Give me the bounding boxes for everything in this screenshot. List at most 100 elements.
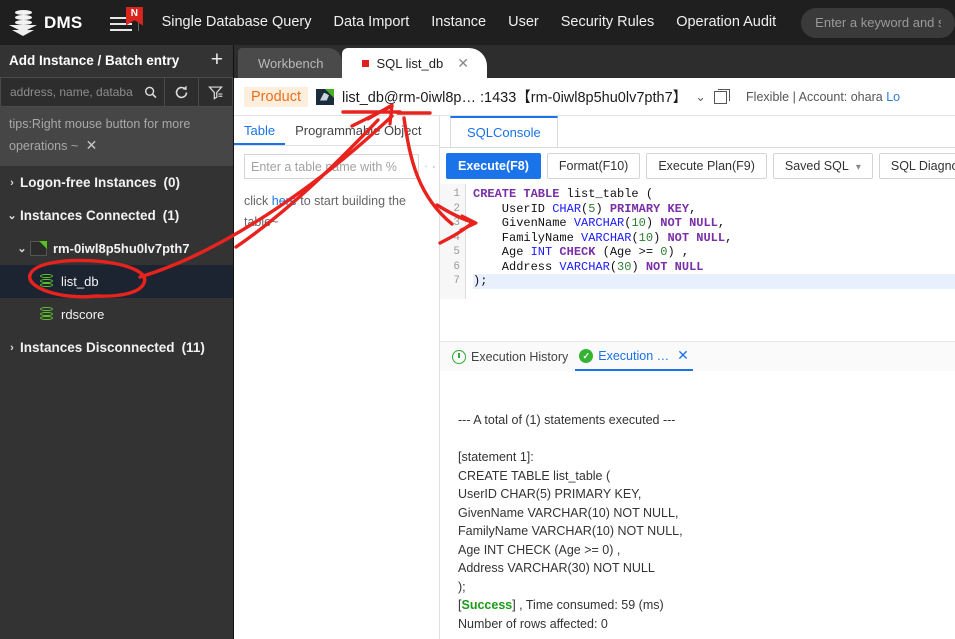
nav-data-import[interactable]: Data Import [323, 0, 421, 45]
code-token: NOT NULL [660, 216, 718, 230]
sidebar-item-database-list-db[interactable]: list_db [0, 265, 233, 298]
code-token: list_table [559, 187, 646, 201]
code-token: Address [473, 259, 560, 274]
code-token: INT [530, 245, 553, 259]
code-token: , [717, 216, 726, 230]
code-line[interactable]: ); [473, 274, 955, 289]
global-search-box[interactable] [801, 7, 955, 38]
copy-icon[interactable] [714, 89, 731, 104]
nav-operation-audit[interactable]: Operation Audit [665, 0, 787, 45]
logout-link[interactable]: Lo [886, 90, 900, 104]
editor-code[interactable]: CREATE TABLE list_table ( UserID CHAR(5)… [466, 184, 955, 299]
tab-close-icon[interactable]: ✕ [457, 55, 469, 72]
line-number: 2 [453, 202, 460, 215]
code-token: ); [473, 274, 488, 288]
empty-table-hint: click here to start building the table~ [234, 183, 439, 241]
log-line: [Success] , Time consumed: 59 (ms) [458, 598, 664, 612]
saved-sql-dropdown[interactable]: Saved SQL ▾ [772, 153, 873, 179]
result-tab-close-icon[interactable]: ✕ [677, 347, 689, 364]
execute-plan-button[interactable]: Execute Plan(F9) [646, 153, 767, 179]
close-icon[interactable]: ✕ [86, 137, 98, 153]
tab-workbench[interactable]: Workbench [238, 48, 342, 78]
tab-sql-list-db[interactable]: SQL list_db ✕ [341, 48, 487, 78]
brand-title: DMS [44, 12, 83, 32]
code-token: ) [645, 216, 661, 230]
code-token: 10 [631, 216, 646, 230]
tab-sqlconsole[interactable]: SQLConsole [450, 116, 558, 147]
code-line[interactable]: Address VARCHAR(30) NOT NULL [473, 260, 955, 275]
global-search-input[interactable] [815, 15, 941, 30]
format-button[interactable]: Format(F10) [546, 153, 641, 179]
log-line: Address VARCHAR(30) NOT NULL [458, 561, 655, 575]
sidebar-filter-button[interactable] [199, 77, 233, 107]
build-table-link[interactable]: here [272, 194, 297, 208]
sidebar-refresh-button[interactable] [165, 77, 199, 107]
list-filter-icon[interactable] [433, 160, 435, 174]
sidebar-item-database-rdscore[interactable]: rdscore [0, 298, 233, 331]
code-token: Age [473, 245, 531, 259]
dms-app-window: DMS N Single Database Query Data Import … [0, 0, 955, 639]
tree-node-label: rm-0iwl8p5hu0lv7pth7 [53, 241, 190, 256]
account-info: Flexible | Account: ohara Lo [746, 90, 900, 104]
nav-instance[interactable]: Instance [420, 0, 497, 45]
tab-programmable-object[interactable]: Programmable Object [285, 116, 431, 145]
instance-sidebar: Add Instance / Batch entry + address, na… [0, 45, 234, 639]
tree-node-label: rdscore [61, 307, 105, 322]
code-line[interactable]: GivenName VARCHAR(10) NOT NULL, [473, 216, 955, 231]
execute-button[interactable]: Execute(F8) [446, 153, 541, 179]
unsaved-indicator-icon [361, 59, 369, 67]
sidebar-tip-text: tips:Right mouse button for more operati… [9, 117, 191, 153]
sidebar-item-logon-free-instances[interactable]: › Logon-free Instances (0) [0, 166, 233, 199]
tree-node-label: Instances Disconnected [20, 340, 175, 355]
product-env-badge: Product [244, 86, 308, 107]
code-token: , [689, 201, 697, 216]
code-token: ( [645, 187, 654, 201]
top-header-bar: DMS N Single Database Query Data Import … [0, 0, 955, 45]
code-token: 30 [617, 259, 632, 274]
chevron-right-icon: › [10, 176, 14, 189]
sql-diagnostics-button[interactable]: SQL Diagnostics [878, 153, 955, 179]
chevron-down-icon[interactable]: ⌄ [695, 89, 706, 105]
search-icon[interactable] [144, 85, 158, 100]
code-token: ( [609, 259, 618, 274]
refresh-icon [175, 85, 188, 98]
tab-execution-history[interactable]: Execution History [452, 349, 568, 364]
hamburger-menu-button[interactable]: N [108, 6, 143, 38]
sql-editor[interactable]: 1 2 3 4 5 6 7 CREATE TABLE list_table ( UserID… [440, 184, 955, 299]
tree-node-count: (0) [163, 175, 181, 190]
code-token: PRIMARY KEY [609, 201, 690, 216]
code-line[interactable]: UserID CHAR(5) PRIMARY KEY, [473, 202, 955, 217]
line-number: 3 [453, 217, 460, 229]
line-number: 1 [453, 188, 460, 200]
line-number: 6 [453, 260, 460, 273]
sidebar-search-row [0, 77, 233, 107]
code-line[interactable]: CREATE TABLE list_table ( [473, 187, 955, 202]
sql-console-tabstrip: SQLConsole [440, 116, 955, 148]
table-search-input[interactable] [244, 154, 419, 179]
line-number: 7 [453, 275, 460, 287]
refresh-icon[interactable] [425, 159, 427, 174]
sidebar-item-instances-connected[interactable]: ⌄ Instances Connected (1) [0, 199, 233, 232]
tab-table[interactable]: Table [234, 116, 286, 145]
log-line: GivenName VARCHAR(10) NOT NULL, [458, 505, 679, 520]
sidebar-search-field[interactable] [0, 77, 165, 107]
nav-single-database-query[interactable]: Single Database Query [151, 0, 323, 45]
log-line: [statement 1]: [458, 450, 534, 464]
sidebar-item-instance-rm-0iwl8p5hu0lv7pth7[interactable]: ⌄ rm-0iwl8p5hu0lv7pth7 [0, 232, 233, 265]
connection-title: list_db@rm-0iwl8p… :1433【rm-0iwl8p5hu0lv… [341, 90, 688, 106]
nav-security-rules[interactable]: Security Rules [550, 0, 665, 45]
tab-execution-result[interactable]: ✓ Execution … ✕ [575, 342, 693, 371]
editor-spacer [440, 299, 955, 341]
line-number: 5 [453, 246, 460, 258]
code-line[interactable]: FamilyName VARCHAR(10) NOT NULL, [473, 231, 955, 246]
sidebar-item-instances-disconnected[interactable]: › Instances Disconnected (11) [0, 331, 233, 364]
main-content-area: Workbench SQL list_db ✕ Product list_db@… [234, 45, 955, 639]
code-line[interactable]: Age INT CHECK (Age >= 0) , [473, 245, 955, 260]
log-line: Age INT CHECK (Age >= 0) , [458, 542, 621, 557]
add-instance-plus-icon[interactable]: + [211, 49, 223, 70]
sidebar-title: Add Instance / Batch entry [9, 52, 180, 68]
code-token: UserID [473, 201, 553, 216]
sidebar-search-input[interactable] [10, 85, 145, 99]
brand-logo-group: DMS [0, 7, 90, 39]
nav-user[interactable]: User [497, 0, 550, 45]
